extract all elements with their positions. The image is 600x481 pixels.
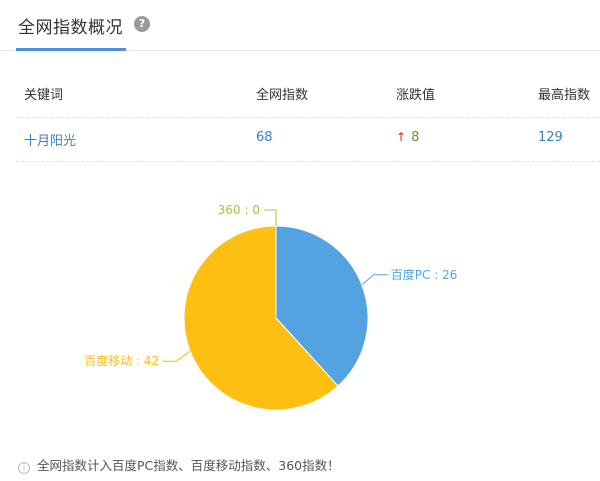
help-icon[interactable]: ? xyxy=(134,16,150,32)
leader-line-series-2 xyxy=(264,209,277,226)
column-header-change: 涨跌值 xyxy=(396,88,436,103)
slice-label-series-1: 百度移动 : 42 xyxy=(84,353,159,368)
table-row: 十月阳光 68 ↑ 8 129 xyxy=(16,118,600,162)
change-value: 8 xyxy=(411,130,420,145)
section-header: 全网指数概况 ? xyxy=(0,0,600,51)
index-value: 68 xyxy=(256,130,273,145)
up-arrow-icon: ↑ xyxy=(396,130,407,144)
section-title: 全网指数概况 xyxy=(18,18,123,38)
source-pie-chart: 百度PC : 26 百度移动 : 42 360 : 0 xyxy=(84,203,458,411)
column-header-index: 全网指数 xyxy=(256,88,309,103)
column-header-keyword: 关键词 xyxy=(24,88,64,103)
leader-line-series-1 xyxy=(162,350,191,362)
max-index-value: 129 xyxy=(538,130,563,145)
slice-label-series-0: 百度PC : 26 xyxy=(391,267,458,282)
info-icon: i xyxy=(18,462,30,474)
index-table: 关键词 全网指数 涨跌值 最高指数 十月阳光 68 ↑ 8 129 xyxy=(16,72,600,162)
column-header-max: 最高指数 xyxy=(538,88,591,103)
footnote-text: 全网指数计入百度PC指数、百度移动指数、360指数！ xyxy=(37,458,340,473)
footnote: i 全网指数计入百度PC指数、百度移动指数、360指数！ xyxy=(18,455,340,474)
keyword-link[interactable]: 十月阳光 xyxy=(24,130,76,149)
table-header-row: 关键词 全网指数 涨跌值 最高指数 xyxy=(16,72,600,118)
leader-line-series-0 xyxy=(361,274,388,286)
active-tab-underline xyxy=(16,48,126,51)
change-cell: ↑ 8 xyxy=(396,130,419,145)
slice-label-series-2: 360 : 0 xyxy=(218,203,260,217)
